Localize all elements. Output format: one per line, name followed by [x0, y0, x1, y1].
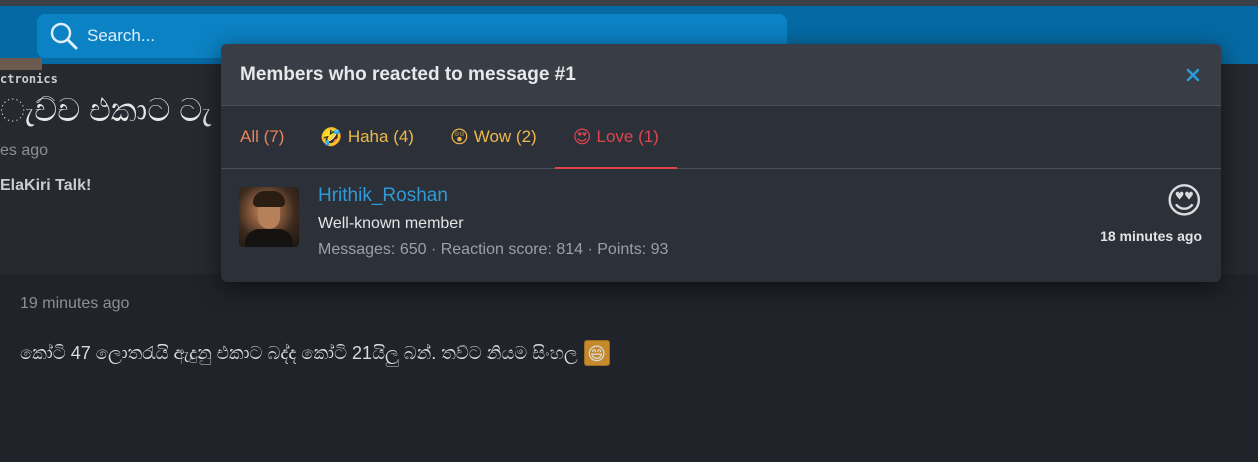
tab-love-label: Love (1)	[596, 127, 659, 146]
post-message-text: කෝටි 47 ලොතරැයි ඇදුනු එකාට බද්ද කෝටි 21ය…	[20, 342, 578, 363]
avatar[interactable]	[239, 187, 299, 247]
search-placeholder: Search...	[87, 26, 156, 45]
heart-eyes-emoji-icon: 😍	[1165, 180, 1203, 221]
modal-title: Members who reacted to message #1	[240, 63, 576, 85]
post-body-background	[0, 274, 1258, 462]
tab-haha[interactable]: 🤣 Haha (4)	[320, 106, 414, 168]
list-item: Hrithik_Roshan Well-known member Message…	[221, 169, 1221, 281]
reaction-time[interactable]: 18 minutes ago	[1100, 228, 1202, 244]
tab-wow[interactable]: 😲 Wow (2)	[450, 106, 537, 168]
member-name-link[interactable]: Hrithik_Roshan	[318, 185, 448, 207]
tab-all[interactable]: All (7)	[240, 106, 284, 168]
forum-name[interactable]: ElaKiri Talk!	[0, 177, 91, 195]
modal-header: Members who reacted to message #1	[221, 44, 1221, 106]
reactions-modal: Members who reacted to message #1 All (7…	[221, 44, 1221, 282]
tab-all-label: All (7)	[240, 127, 285, 146]
search-icon	[49, 21, 79, 51]
node-icon	[0, 58, 42, 70]
member-stats: Messages: 650 · Reaction score: 814 · Po…	[318, 241, 669, 258]
breadcrumb[interactable]: ctronics	[0, 72, 58, 86]
reaction-tabs: All (7) 🤣 Haha (4) 😲 Wow (2) 😍 Love (1)	[221, 106, 1221, 169]
post-time[interactable]: 19 minutes ago	[20, 295, 129, 313]
grin-emoji-icon: 😄	[583, 340, 610, 366]
tab-love[interactable]: 😍 Love (1)	[554, 106, 678, 169]
heart-eyes-emoji-icon: 😍	[572, 127, 592, 147]
close-icon	[1186, 68, 1200, 81]
thread-title: ැච්ච එකාට ටැ	[0, 92, 212, 128]
tab-wow-label: Wow (2)	[473, 127, 537, 146]
astonished-emoji-icon: 😲	[449, 127, 469, 147]
laughing-emoji-icon: 🤣	[320, 127, 343, 147]
member-user-title: Well-known member	[318, 215, 464, 232]
tab-haha-label: Haha (4)	[347, 127, 414, 146]
thread-time: es ago	[0, 142, 49, 159]
close-button[interactable]	[1183, 65, 1203, 85]
post-message: කෝටි 47 ලොතරැයි ඇදුනු එකාට බද්ද කෝටි 21ය…	[20, 340, 610, 366]
